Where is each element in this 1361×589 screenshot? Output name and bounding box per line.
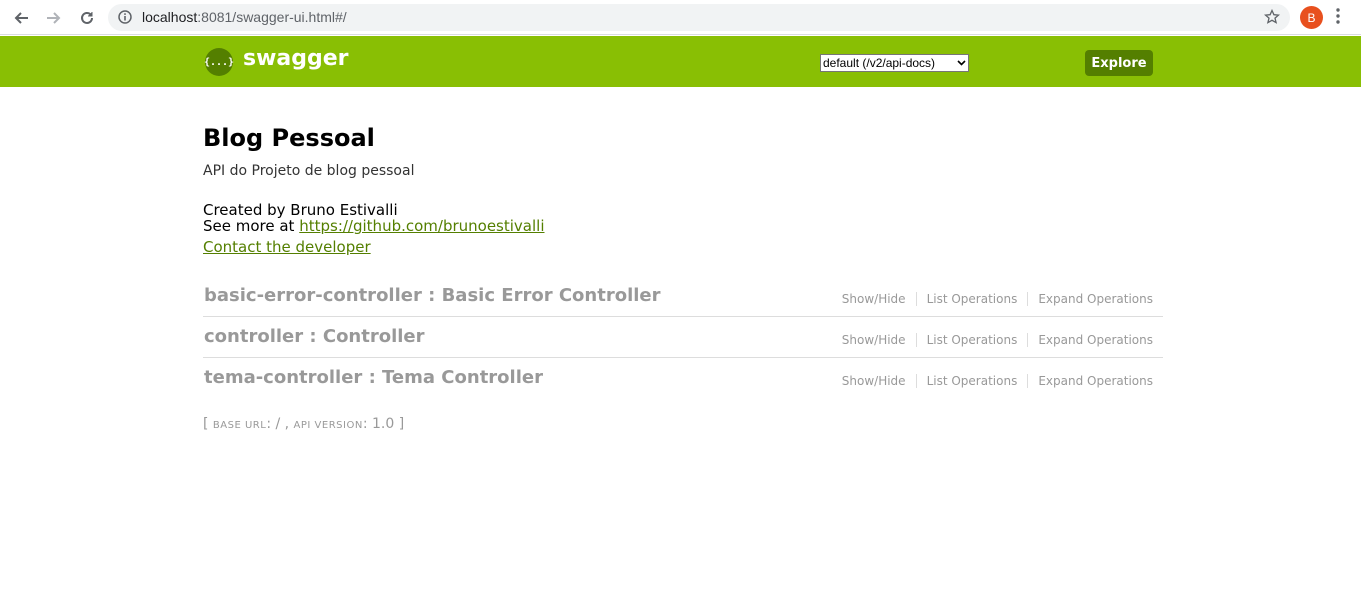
- created-by-block: Created by Bruno Estivalli See more at h…: [203, 202, 545, 234]
- resource-title[interactable]: basic-error-controller : Basic Error Con…: [204, 285, 661, 306]
- back-button[interactable]: [9, 6, 33, 30]
- expand-operations-link[interactable]: Expand Operations: [1028, 374, 1153, 388]
- info-icon[interactable]: [118, 10, 132, 24]
- github-link[interactable]: https://github.com/brunoestivalli: [299, 217, 544, 235]
- expand-operations-link[interactable]: Expand Operations: [1028, 333, 1153, 347]
- resource-operations: Show/Hide List Operations Expand Operati…: [832, 292, 1153, 306]
- api-footer: [ base url: / , api version: 1.0 ]: [203, 416, 404, 432]
- api-spec-select[interactable]: default (/v2/api-docs): [820, 54, 969, 72]
- api-spec-select-value: default (/v2/api-docs): [823, 56, 936, 70]
- resource-operations: Show/Hide List Operations Expand Operati…: [832, 374, 1153, 388]
- list-operations-link[interactable]: List Operations: [917, 292, 1029, 306]
- forward-button[interactable]: [42, 6, 66, 30]
- resource-basic-error-controller: basic-error-controller : Basic Error Con…: [203, 276, 1163, 317]
- contact-developer-link[interactable]: Contact the developer: [203, 238, 371, 256]
- bookmark-star-icon[interactable]: [1264, 9, 1280, 25]
- swagger-logo-icon[interactable]: {...}: [204, 48, 234, 76]
- url-host: localhost: [142, 9, 198, 25]
- page-title: Blog Pessoal: [203, 124, 375, 152]
- resource-title[interactable]: controller : Controller: [204, 326, 425, 347]
- see-more-prefix: See more at: [203, 217, 300, 235]
- arrow-left-icon: [14, 12, 28, 24]
- footer-bracket-open: [: [203, 416, 213, 432]
- chevron-down-icon: [957, 60, 966, 66]
- explore-button[interactable]: Explore: [1085, 50, 1153, 76]
- base-url-value: : / ,: [266, 416, 294, 432]
- list-operations-link[interactable]: List Operations: [917, 333, 1029, 347]
- address-bar[interactable]: localhost:8081/swagger-ui.html#/: [108, 4, 1290, 31]
- resource-list: basic-error-controller : Basic Error Con…: [203, 276, 1163, 398]
- api-version-value: : 1.0 ]: [362, 416, 405, 432]
- resource-operations: Show/Hide List Operations Expand Operati…: [832, 333, 1153, 347]
- arrow-right-icon: [47, 12, 61, 24]
- see-more-line: See more at https://github.com/brunoesti…: [203, 218, 545, 234]
- reload-icon: [81, 11, 93, 24]
- resource-controller: controller : Controller Show/Hide List O…: [203, 317, 1163, 358]
- created-by-text: Created by Bruno Estivalli: [203, 201, 398, 219]
- more-menu-icon[interactable]: [1336, 8, 1340, 24]
- url-path: :8081/swagger-ui.html#/: [197, 9, 347, 25]
- expand-operations-link[interactable]: Expand Operations: [1028, 292, 1153, 306]
- resource-tema-controller: tema-controller : Tema Controller Show/H…: [203, 358, 1163, 398]
- reload-button[interactable]: [75, 6, 99, 30]
- url-text[interactable]: localhost:8081/swagger-ui.html#/: [142, 9, 347, 25]
- resource-title[interactable]: tema-controller : Tema Controller: [204, 367, 543, 388]
- swagger-header: {...} swagger default (/v2/api-docs) Exp…: [0, 36, 1361, 87]
- swagger-logo-text[interactable]: swagger: [243, 46, 349, 71]
- base-url-label: base url: [212, 420, 267, 431]
- api-description: API do Projeto de blog pessoal: [203, 163, 415, 179]
- show-hide-link[interactable]: Show/Hide: [832, 333, 917, 347]
- list-operations-link[interactable]: List Operations: [917, 374, 1029, 388]
- show-hide-link[interactable]: Show/Hide: [832, 292, 917, 306]
- show-hide-link[interactable]: Show/Hide: [832, 374, 917, 388]
- browser-toolbar: localhost:8081/swagger-ui.html#/ B: [0, 0, 1361, 35]
- api-version-label: api version: [293, 420, 363, 431]
- profile-avatar[interactable]: B: [1300, 6, 1323, 29]
